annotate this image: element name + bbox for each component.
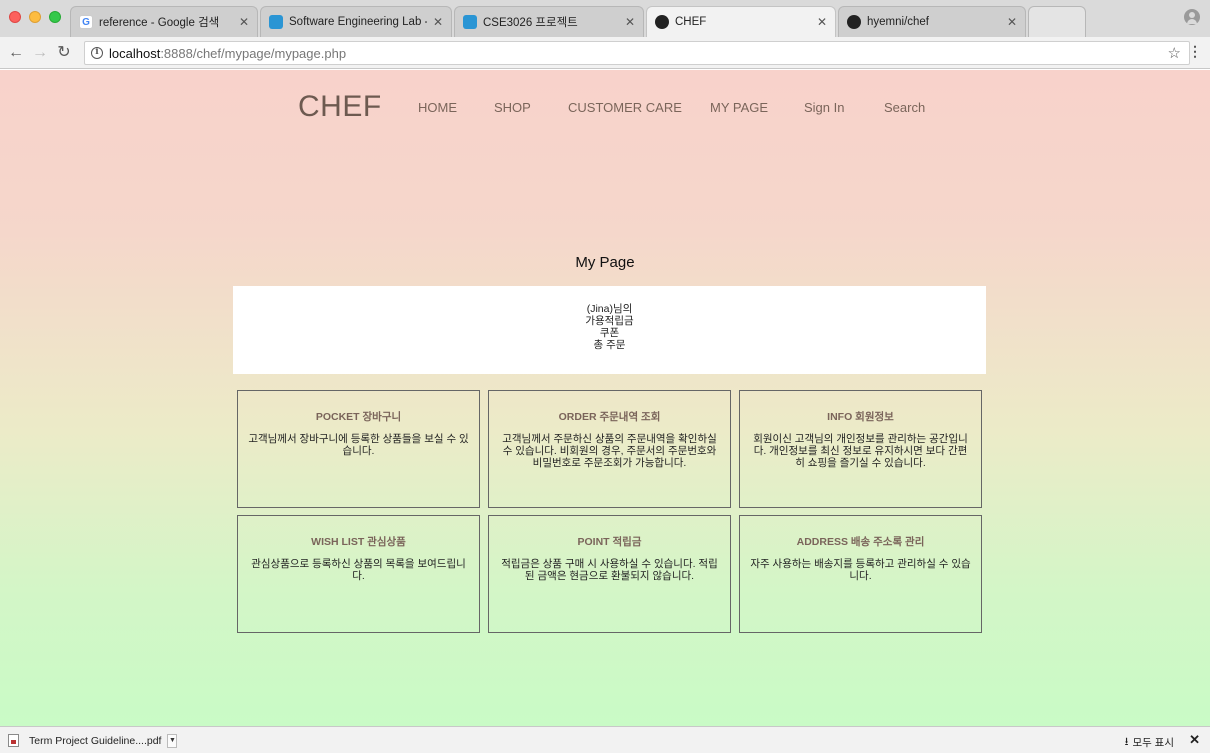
card-title: POINT 적립금 — [577, 536, 642, 548]
card-title: POCKET 장바구니 — [315, 411, 402, 423]
tab-title: hyemni/chef — [867, 16, 930, 28]
nav-home[interactable]: HOME — [418, 100, 457, 115]
download-filename: Term Project Guideline....pdf — [29, 734, 162, 747]
show-all-label: 모두 표시 — [1132, 737, 1174, 749]
nav-shop[interactable]: SHOP — [494, 100, 531, 115]
card-description: 자주 사용하는 배송지를 등록하고 관리하실 수 있습니다. — [750, 558, 971, 582]
points-label: 가용적립금 — [585, 315, 634, 327]
download-options-button[interactable]: ▼ — [167, 733, 178, 748]
download-bar: Term Project Guideline....pdf ▼ ⭳ 모두 표시 … — [0, 726, 1210, 753]
tab-title: CSE3026 프로젝트 — [483, 17, 578, 29]
nav-my-page[interactable]: MY PAGE — [710, 100, 768, 115]
close-tab-icon[interactable]: ✕ — [433, 15, 443, 29]
github-icon — [847, 15, 861, 29]
card-description: 관심상품으로 등록하신 상품의 목록을 보여드립니다. — [251, 558, 466, 582]
new-tab-button[interactable] — [1028, 6, 1086, 37]
tab-title: Software Engineering Lab - Co — [289, 16, 427, 28]
window-maximize-button[interactable] — [49, 11, 61, 23]
card-wish-list[interactable]: WISH LIST 관심상품 관심상품으로 등록하신 상품의 목록을 보여드립니… — [237, 515, 480, 633]
browser-toolbar: ← → ↻ i localhost:8888/chef/mypage/mypag… — [0, 37, 1210, 69]
close-tab-icon[interactable]: ✕ — [625, 15, 635, 29]
card-point[interactable]: POINT 적립금 적립금은 상품 구매 시 사용하실 수 있습니다. 적립된 … — [488, 515, 731, 633]
card-order[interactable]: ORDER 주문내역 조회 고객님께서 주문하신 상품의 주문내역을 확인하실 … — [488, 390, 731, 508]
tab-google-search[interactable]: G reference - Google 검색 ✕ — [70, 6, 258, 37]
card-description: 적립금은 상품 구매 시 사용하실 수 있습니다. 적립된 금액은 현금으로 환… — [501, 558, 718, 582]
github-icon — [655, 15, 669, 29]
tab-chef[interactable]: CHEF ✕ — [646, 6, 836, 37]
pdf-file-icon — [8, 734, 19, 747]
tab-cse3026[interactable]: CSE3026 프로젝트 ✕ — [454, 6, 644, 37]
coupon-label: 쿠폰 — [599, 327, 620, 339]
nav-search[interactable]: Search — [884, 100, 925, 115]
card-title: INFO 회원정보 — [827, 411, 894, 423]
url-host: localhost — [109, 45, 161, 61]
profile-icon[interactable] — [1184, 9, 1200, 25]
user-greeting: (Jina)님의 — [586, 303, 633, 315]
card-info[interactable]: INFO 회원정보 회원이신 고객님의 개인정보를 관리하는 공간입니다. 개인… — [739, 390, 982, 508]
tab-title: CHEF — [675, 16, 707, 28]
show-all-downloads-button[interactable]: ⭳ 모두 표시 — [1125, 733, 1174, 752]
tab-strip: G reference - Google 검색 ✕ Software Engin… — [0, 0, 1210, 37]
tab-title: reference - Google 검색 — [99, 17, 220, 29]
card-description: 회원이신 고객님의 개인정보를 관리하는 공간입니다. 개인정보를 최신 정보로… — [753, 433, 968, 469]
card-description: 고객님께서 장바구니에 등록한 상품들을 보실 수 있습니다. — [248, 433, 469, 457]
site-icon — [269, 15, 283, 29]
card-title: ADDRESS 배송 주소록 관리 — [796, 536, 925, 548]
nav-customer-care[interactable]: CUSTOMER CARE — [568, 100, 682, 115]
reload-button[interactable]: ↻ — [54, 43, 74, 63]
card-description: 고객님께서 주문하신 상품의 주문내역을 확인하실 수 있습니다. 비회원의 경… — [502, 433, 717, 469]
page-title: My Page — [575, 254, 635, 271]
site-logo[interactable]: CHEF — [298, 90, 382, 124]
card-title: WISH LIST 관심상품 — [311, 536, 406, 548]
card-address[interactable]: ADDRESS 배송 주소록 관리 자주 사용하는 배송지를 등록하고 관리하실… — [739, 515, 982, 633]
google-icon: G — [79, 15, 93, 29]
page-viewport: CHEF HOME SHOP CUSTOMER CARE MY PAGE Sig… — [0, 70, 1210, 726]
window-close-button[interactable] — [9, 11, 21, 23]
back-button[interactable]: ← — [6, 43, 26, 63]
card-pocket[interactable]: POCKET 장바구니 고객님께서 장바구니에 등록한 상품들을 보실 수 있습… — [237, 390, 480, 508]
site-icon — [463, 15, 477, 29]
download-item[interactable]: Term Project Guideline....pdf ▼ — [8, 732, 178, 749]
total-orders-label: 총 주문 — [593, 339, 626, 351]
close-download-bar-button[interactable]: ✕ — [1189, 732, 1200, 748]
browser-menu-icon[interactable]: ⋮ — [1188, 43, 1202, 60]
close-tab-icon[interactable]: ✕ — [239, 15, 249, 29]
info-icon[interactable]: i — [91, 47, 103, 59]
tab-software-engineering-lab[interactable]: Software Engineering Lab - Co ✕ — [260, 6, 452, 37]
bookmark-star-icon[interactable]: ☆ — [1168, 44, 1181, 62]
account-summary: (Jina)님의 가용적립금 쿠폰 총 주문 — [233, 286, 986, 374]
forward-button[interactable]: → — [30, 43, 50, 63]
download-arrow-icon: ⭳ — [1124, 736, 1129, 748]
url-path: :8888/chef/mypage/mypage.php — [160, 45, 347, 61]
close-tab-icon[interactable]: ✕ — [817, 15, 827, 29]
close-tab-icon[interactable]: ✕ — [1007, 15, 1017, 29]
card-title: ORDER 주문내역 조회 — [558, 411, 661, 423]
address-bar[interactable]: i localhost:8888/chef/mypage/mypage.php … — [84, 41, 1190, 65]
nav-sign-in[interactable]: Sign In — [804, 100, 844, 115]
window-minimize-button[interactable] — [29, 11, 41, 23]
tab-hyemni-chef[interactable]: hyemni/chef ✕ — [838, 6, 1026, 37]
